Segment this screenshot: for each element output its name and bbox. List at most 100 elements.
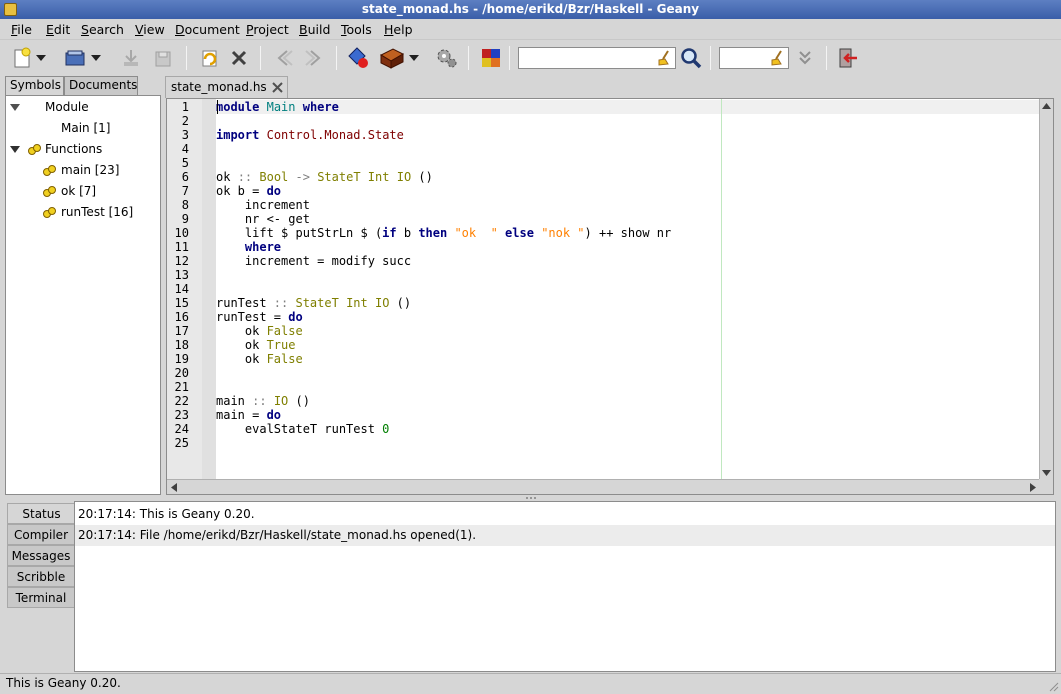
code-line[interactable]: module Main where: [216, 100, 339, 114]
navigate-forward-button[interactable]: [301, 45, 327, 71]
status-message[interactable]: 20:17:14: This is Geany 0.20.: [75, 504, 1055, 525]
close-tab-icon[interactable]: [272, 82, 283, 93]
tab-compiler[interactable]: Compiler: [7, 524, 74, 545]
line-number: 14: [174, 282, 189, 296]
open-file-button[interactable]: [62, 45, 88, 71]
menu-help[interactable]: Help: [384, 21, 413, 38]
code-line[interactable]: import Control.Monad.State: [216, 128, 404, 142]
scroll-left-icon[interactable]: [171, 483, 177, 492]
code-area[interactable]: module Main where import Control.Monad.St…: [216, 99, 1040, 480]
build-dropdown[interactable]: [407, 45, 421, 71]
code-line[interactable]: lift $ putStrLn $ (if b then "ok " else …: [216, 226, 671, 240]
open-file-dropdown[interactable]: [89, 45, 103, 71]
function-icon: [43, 207, 56, 218]
status-message[interactable]: 20:17:14: File /home/erikd/Bzr/Haskell/s…: [75, 525, 1055, 546]
jump-to-line-button[interactable]: [792, 45, 818, 71]
toolbar-separator: [260, 46, 261, 70]
code-line[interactable]: evalStateT runTest 0: [216, 422, 390, 436]
sidebar: Symbols Documents Module Main [1] Functi…: [5, 76, 161, 495]
code-line[interactable]: ok False: [216, 324, 303, 338]
code-line[interactable]: runTest :: StateT Int IO (): [216, 296, 411, 310]
code-line[interactable]: ok True: [216, 338, 296, 352]
horizontal-scrollbar[interactable]: [167, 479, 1040, 494]
tree-item-label: ok [7]: [61, 184, 97, 198]
menu-view[interactable]: View: [135, 21, 165, 38]
menu-file[interactable]: File: [11, 21, 32, 38]
scroll-down-icon[interactable]: [1042, 470, 1051, 476]
resize-grip-icon[interactable]: [1047, 680, 1059, 692]
menubar: File Edit Search View Document Project B…: [0, 19, 1061, 40]
new-file-dropdown[interactable]: [34, 45, 48, 71]
tree-group-functions[interactable]: Functions: [6, 139, 160, 160]
expander-icon[interactable]: [10, 146, 20, 153]
code-line[interactable]: ok b = do: [216, 184, 281, 198]
code-editor[interactable]: 1 2 3 4 5 6 7 8 9 10 11 12 13 14 15 16 17 18 19 20 21 22 23 24 2…: [166, 98, 1054, 495]
menu-project[interactable]: Project: [246, 21, 289, 38]
goto-line-input[interactable]: [719, 47, 789, 69]
function-icon: [28, 144, 41, 155]
tree-item-function[interactable]: ok [7]: [6, 181, 160, 202]
code-line[interactable]: where: [216, 240, 281, 254]
compile-button[interactable]: [346, 45, 372, 71]
line-number: 9: [181, 212, 189, 226]
code-line[interactable]: main :: IO (): [216, 394, 310, 408]
menu-tools[interactable]: Tools: [341, 21, 372, 38]
code-line[interactable]: increment = modify succ: [216, 254, 411, 268]
code-line[interactable]: ok :: Bool -> StateT Int IO (): [216, 170, 433, 184]
tree-item-label: Main [1]: [61, 121, 111, 135]
search-input[interactable]: [518, 47, 676, 69]
menu-build[interactable]: Build: [299, 21, 330, 38]
scroll-right-icon[interactable]: [1030, 483, 1036, 492]
execute-button[interactable]: [434, 45, 460, 71]
revert-button[interactable]: [196, 45, 222, 71]
document-tab-label: state_monad.hs: [171, 80, 267, 94]
clear-goto-icon[interactable]: [770, 50, 784, 66]
tab-messages[interactable]: Messages: [7, 545, 74, 566]
splitter-grip-icon: [526, 497, 536, 499]
tab-terminal[interactable]: Terminal: [7, 587, 74, 608]
line-number: 13: [174, 268, 189, 282]
new-file-button[interactable]: [9, 45, 35, 71]
line-number-gutter: 1 2 3 4 5 6 7 8 9 10 11 12 13 14 15 16 17 18 19 20 21 22 23 24 2…: [167, 99, 202, 480]
build-button[interactable]: [379, 45, 405, 71]
tab-scribble[interactable]: Scribble: [7, 566, 74, 587]
line-number: 17: [174, 324, 189, 338]
save-all-button[interactable]: [150, 45, 176, 71]
tab-status[interactable]: Status: [7, 503, 75, 524]
dropdown-arrow-icon: [409, 55, 419, 61]
code-line[interactable]: main = do: [216, 408, 281, 422]
tree-item-function[interactable]: runTest [16]: [6, 202, 160, 223]
document-tab[interactable]: state_monad.hs: [165, 76, 288, 98]
line-number: 18: [174, 338, 189, 352]
color-chooser-button[interactable]: [478, 45, 504, 71]
line-number: 11: [174, 240, 189, 254]
navigate-back-button[interactable]: [271, 45, 297, 71]
quit-button[interactable]: [834, 45, 860, 71]
menu-document[interactable]: Document: [175, 21, 240, 38]
tree-item-module-main[interactable]: Main [1]: [6, 118, 160, 139]
line-number: 12: [174, 254, 189, 268]
tree-group-module[interactable]: Module: [6, 97, 160, 118]
line-number: 24: [174, 422, 189, 436]
code-line[interactable]: ok False: [216, 352, 303, 366]
code-line[interactable]: increment: [216, 198, 310, 212]
find-button[interactable]: [678, 45, 704, 71]
compile-icon: [348, 47, 368, 68]
code-line[interactable]: nr <- get: [216, 212, 310, 226]
menu-search[interactable]: Search: [81, 21, 124, 38]
vertical-scrollbar[interactable]: [1039, 99, 1053, 480]
clear-search-icon[interactable]: [657, 50, 671, 66]
tree-group-label: Module: [45, 100, 89, 114]
expander-icon[interactable]: [10, 104, 20, 111]
tab-documents[interactable]: Documents: [64, 76, 138, 95]
code-line[interactable]: runTest = do: [216, 310, 303, 324]
tree-item-function[interactable]: main [23]: [6, 160, 160, 181]
close-file-button[interactable]: [226, 45, 252, 71]
symbols-tree: Module Main [1] Functions main [23] ok […: [5, 95, 161, 495]
menu-edit[interactable]: Edit: [46, 21, 70, 38]
tab-symbols[interactable]: Symbols: [5, 76, 64, 96]
fold-margin[interactable]: [202, 99, 216, 480]
line-number: 7: [181, 184, 189, 198]
scroll-up-icon[interactable]: [1042, 103, 1051, 109]
save-button[interactable]: [118, 45, 144, 71]
